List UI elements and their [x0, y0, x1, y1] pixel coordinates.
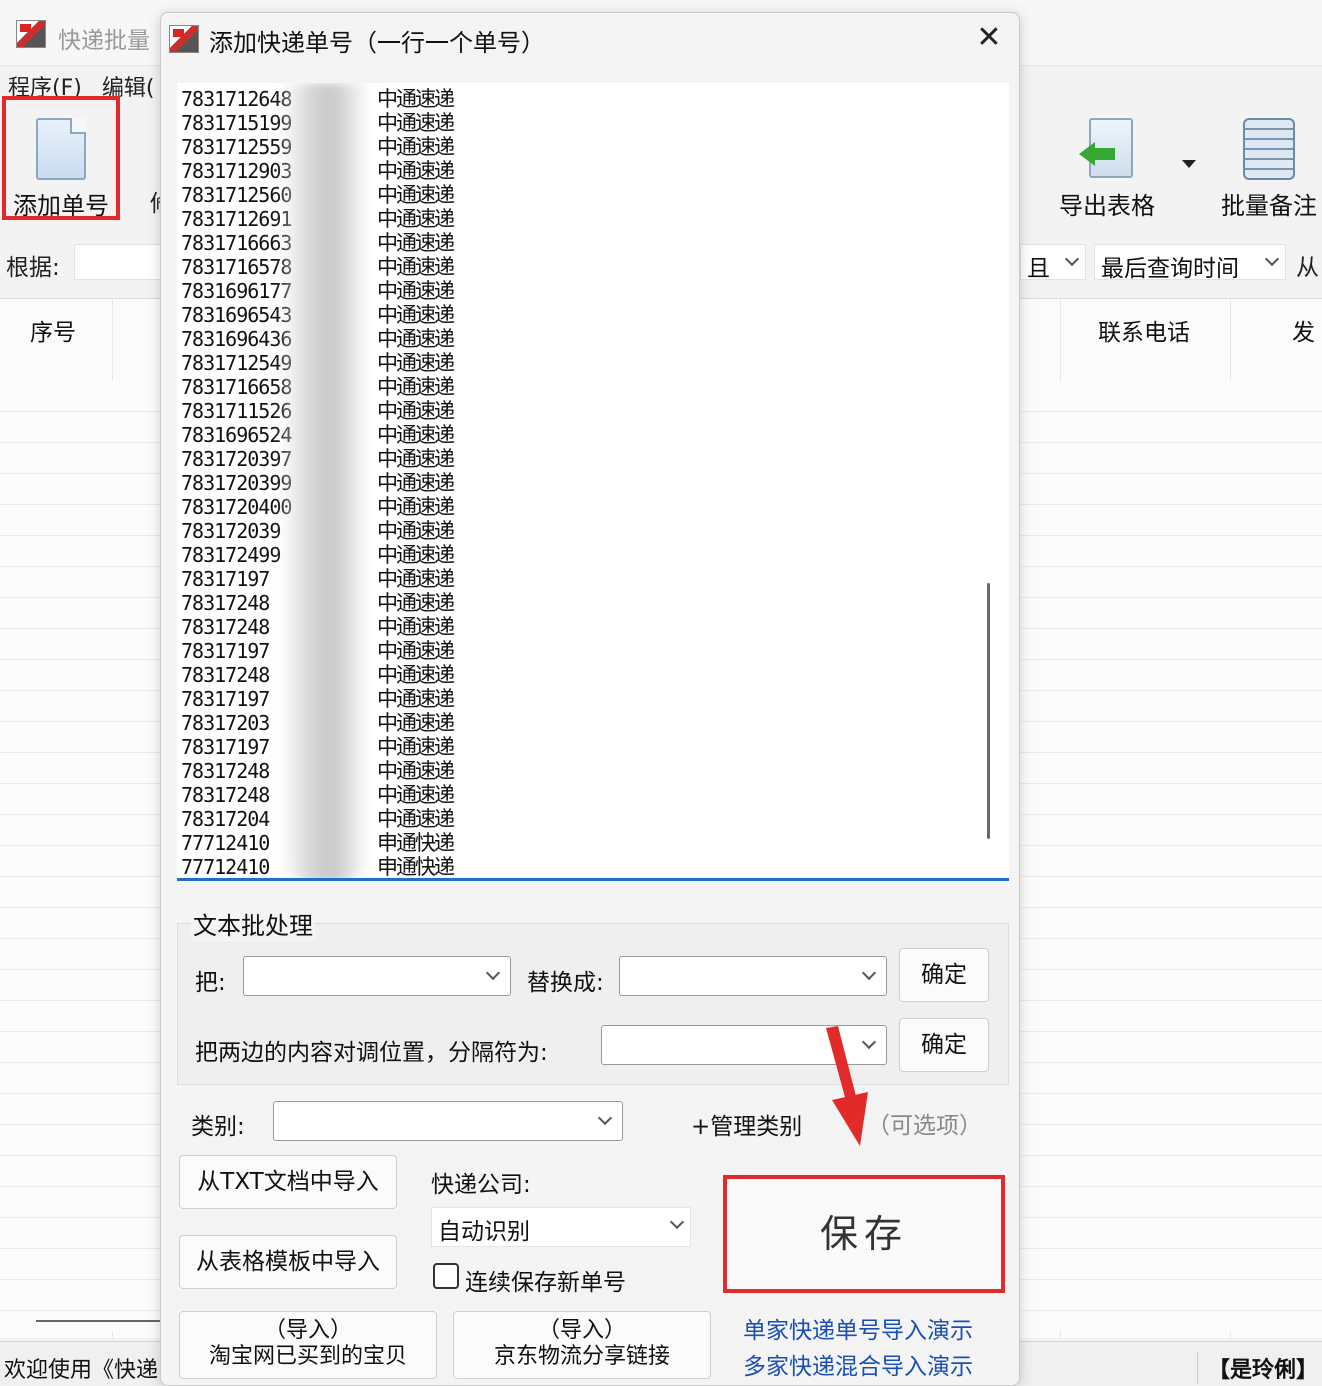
save-button[interactable]: 保存	[723, 1175, 1005, 1293]
import-taobao-line1: （导入）	[263, 1318, 352, 1343]
tracking-carrier: 中通速递	[377, 543, 455, 567]
tracking-carrier: 中通速递	[377, 591, 455, 615]
column-header-index[interactable]: 序号	[30, 313, 76, 347]
export-table-button[interactable]: 导出表格	[1052, 118, 1162, 221]
tracking-carrier: 中通速递	[377, 447, 455, 471]
scroll-note-icon	[1243, 118, 1295, 180]
tracking-carrier: 中通速递	[377, 735, 455, 759]
chevron-down-icon	[597, 1110, 613, 1126]
filter-combo[interactable]: 且	[1020, 244, 1086, 280]
status-user-text: 【是玲俐】	[1196, 1352, 1318, 1384]
add-number-highlight	[2, 96, 120, 220]
app-logo-icon	[16, 20, 46, 48]
import-jd-button[interactable]: （导入） 京东物流分享链接	[453, 1311, 711, 1379]
tracking-carrier: 中通速递	[377, 687, 455, 711]
tracking-carrier: 中通速递	[377, 207, 455, 231]
replace-label: 替换成:	[527, 970, 604, 996]
category-label: 类别:	[191, 1114, 245, 1140]
close-icon[interactable]: ✕	[971, 21, 1007, 57]
demo-multi-link[interactable]: 多家快递混合导入演示	[743, 1347, 973, 1381]
tracking-carrier: 中通速递	[377, 423, 455, 447]
tracking-carrier: 中通速递	[377, 327, 455, 351]
chevron-down-icon	[861, 1034, 877, 1050]
import-taobao-line2: 淘宝网已买到的宝贝	[208, 1344, 407, 1369]
tracking-carrier: 中通速递	[377, 519, 455, 543]
export-dropdown-icon[interactable]	[1182, 160, 1196, 168]
status-welcome-text: 欢迎使用《快递	[4, 1358, 159, 1383]
courier-select-value: 自动识别	[438, 1219, 530, 1245]
batch-group-title: 文本批处理	[191, 906, 315, 941]
confirm-replace-button[interactable]: 确定	[899, 948, 989, 1002]
courier-label: 快递公司:	[431, 1172, 531, 1198]
basis-input[interactable]	[74, 244, 164, 280]
tracking-carrier: 申通快递	[377, 831, 455, 855]
import-jd-line2: 京东物流分享链接	[493, 1344, 670, 1369]
tracking-carrier: 中通速递	[377, 351, 455, 375]
tracking-carrier: 中通速递	[377, 303, 455, 327]
chevron-down-icon	[669, 1214, 685, 1230]
sort-field-value: 最后查询时间	[1101, 256, 1239, 280]
chevron-down-icon	[1264, 251, 1280, 267]
tracking-carrier: 中通速递	[377, 471, 455, 495]
tracking-carrier: 中通速递	[377, 159, 455, 183]
tracking-carrier: 中通速递	[377, 255, 455, 279]
demo-single-link[interactable]: 单家快递单号导入演示	[743, 1311, 973, 1345]
add-tracking-dialog: 添加快递单号（一行一个单号） ✕ 7831712648 中通速递 783171519…	[160, 12, 1020, 1386]
tracking-carrier: 中通速递	[377, 87, 455, 111]
tracking-carrier: 中通速递	[377, 399, 455, 423]
tracking-carrier: 中通速递	[377, 231, 455, 255]
tracking-carrier: 中通速递	[377, 135, 455, 159]
separator-combo[interactable]	[601, 1025, 887, 1065]
dialog-title: 添加快递单号（一行一个单号）	[209, 29, 545, 57]
dialog-app-icon	[169, 25, 199, 53]
main-window-title: 快递批量	[58, 28, 150, 54]
import-template-button[interactable]: 从表格模板中导入	[179, 1235, 397, 1289]
continuous-save-checkbox[interactable]	[433, 1263, 459, 1289]
chevron-down-icon	[861, 965, 877, 981]
sort-field-select[interactable]: 最后查询时间	[1094, 244, 1286, 280]
batch-note-label: 批量备注	[1221, 192, 1317, 220]
tracking-carrier: 中通速递	[377, 279, 455, 303]
find-label: 把:	[195, 970, 226, 996]
find-combo[interactable]	[243, 956, 511, 996]
courier-select[interactable]: 自动识别	[431, 1207, 691, 1247]
tracking-numbers-textarea[interactable]: 7831712648 中通速递 7831715199 中通速递 7831712559 中通…	[177, 83, 1009, 881]
import-taobao-button[interactable]: （导入） 淘宝网已买到的宝贝	[179, 1311, 437, 1379]
batch-note-button[interactable]: 批量备注	[1216, 118, 1322, 221]
tracking-carrier: 中通速递	[377, 711, 455, 735]
replace-combo[interactable]	[619, 956, 887, 996]
tracking-carrier: 中通速递	[377, 495, 455, 519]
tracking-carrier: 中通速递	[377, 639, 455, 663]
swap-label: 把两边的内容对调位置，分隔符为:	[195, 1040, 548, 1066]
export-icon	[1079, 118, 1135, 180]
basis-label: 根据:	[6, 255, 60, 281]
confirm-swap-button[interactable]: 确定	[899, 1018, 989, 1072]
column-header-sender[interactable]: 发	[1292, 313, 1315, 347]
column-header-phone[interactable]: 联系电话	[1098, 313, 1190, 347]
filter-combo-value: 且	[1027, 256, 1050, 280]
tracking-carrier: 中通速递	[377, 663, 455, 687]
import-txt-button[interactable]: 从TXT文档中导入	[179, 1155, 397, 1209]
chevron-down-icon	[485, 965, 501, 981]
tracking-carrier: 中通速递	[377, 759, 455, 783]
tracking-carrier: 中通速递	[377, 567, 455, 591]
from-label: 从	[1296, 255, 1319, 281]
manage-category-link[interactable]: +管理类别	[691, 1107, 802, 1141]
tracking-carrier: 申通快递	[377, 855, 455, 879]
tracking-carrier: 中通速递	[377, 783, 455, 807]
textarea-scrollbar[interactable]	[987, 583, 990, 839]
category-combo[interactable]	[273, 1101, 623, 1141]
tracking-carrier: 中通速递	[377, 615, 455, 639]
continuous-save-label: 连续保存新单号	[465, 1270, 626, 1296]
chevron-down-icon	[1064, 251, 1080, 267]
horizontal-scrollbar[interactable]	[36, 1320, 166, 1322]
import-jd-line1: （导入）	[537, 1318, 626, 1343]
optional-hint: （可选项）	[867, 1113, 982, 1139]
tracking-carrier: 中通速递	[377, 375, 455, 399]
export-table-label: 导出表格	[1059, 192, 1155, 220]
tracking-carrier: 中通速递	[377, 807, 455, 831]
tracking-carrier: 中通速递	[377, 183, 455, 207]
privacy-blur-mask	[281, 83, 369, 878]
tracking-carrier: 中通速递	[377, 111, 455, 135]
